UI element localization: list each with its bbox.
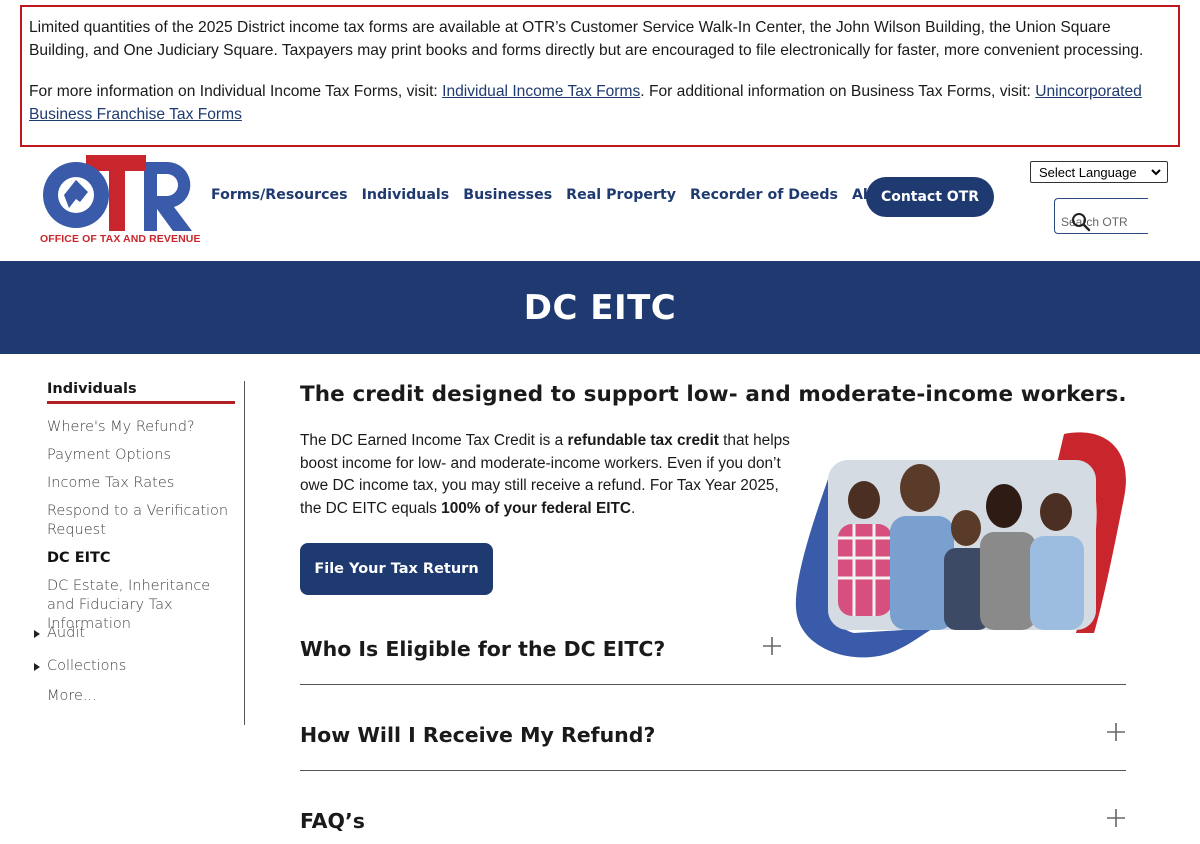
accordion-faqs-title[interactable]: FAQ’s	[300, 809, 365, 833]
nav-businesses[interactable]: Businesses	[463, 187, 552, 203]
sidebar-item-dc-eitc[interactable]: DC EITC	[47, 549, 235, 568]
main-nav: Forms/Resources Individuals Businesses R…	[211, 187, 951, 203]
accordion-eligibility-title[interactable]: Who Is Eligible for the DC EITC?	[300, 637, 665, 661]
notice-links-prefix: For more information on Individual Incom…	[29, 83, 443, 100]
sidebar-item-wheres-my-refund[interactable]: Where's My Refund?	[47, 418, 235, 437]
nav-real-property[interactable]: Real Property	[566, 187, 676, 203]
logo-caption: OFFICE OF TAX AND REVENUE	[40, 233, 201, 245]
sidebar-item-audit-label: Audit	[47, 625, 86, 641]
accordion-divider	[300, 770, 1126, 771]
family-photo	[795, 432, 1126, 658]
caret-right-icon	[34, 663, 40, 671]
language-select-value: Select Language	[1039, 164, 1137, 180]
caret-right-icon	[34, 630, 40, 638]
search-icon[interactable]	[1071, 212, 1091, 232]
sidebar-item-collections[interactable]: Collections	[34, 657, 235, 676]
page-hero: DC EITC	[0, 261, 1200, 354]
intro-paragraph: The DC Earned Income Tax Credit is a ref…	[300, 430, 790, 520]
contact-otr-button[interactable]: Contact OTR	[866, 177, 994, 217]
plus-icon[interactable]	[1106, 808, 1126, 828]
sidebar-item-more[interactable]: More...	[47, 687, 235, 706]
sidebar-heading[interactable]: Individuals	[47, 381, 235, 404]
notice-links-paragraph: For more information on Individual Incom…	[29, 80, 1171, 126]
sidebar-item-audit[interactable]: Audit	[34, 624, 235, 643]
accordion-divider	[300, 684, 1126, 685]
search-input[interactable]: Search OTR	[1054, 198, 1148, 234]
chevron-down-icon	[1151, 169, 1161, 176]
file-your-tax-return-button[interactable]: File Your Tax Return	[300, 543, 493, 595]
forms-availability-notice: Limited quantities of the 2025 District …	[20, 5, 1180, 147]
intro-text-3: .	[631, 499, 636, 517]
sidebar-item-verification-request[interactable]: Respond to a Verification Request	[47, 502, 235, 540]
intro-bold-1: refundable tax credit	[567, 432, 719, 449]
plus-icon[interactable]	[762, 636, 782, 656]
nav-forms-resources[interactable]: Forms/Resources	[211, 187, 348, 203]
nav-recorder-of-deeds[interactable]: Recorder of Deeds	[690, 187, 838, 203]
language-select[interactable]: Select Language	[1030, 161, 1168, 183]
section-heading: The credit designed to support low- and …	[300, 382, 1127, 407]
notice-text: Limited quantities of the 2025 District …	[29, 19, 1144, 59]
nav-individuals[interactable]: Individuals	[362, 187, 450, 203]
plus-icon[interactable]	[1106, 722, 1126, 742]
sidebar-item-payment-options[interactable]: Payment Options	[47, 446, 235, 465]
sidebar-item-income-tax-rates[interactable]: Income Tax Rates	[47, 474, 235, 493]
intro-bold-2: 100% of your federal EITC	[441, 499, 632, 517]
sidebar-nav: Individuals Where's My Refund? Payment O…	[34, 381, 245, 725]
notice-links-middle: . For additional information on Business…	[640, 83, 1036, 100]
sidebar-item-collections-label: Collections	[47, 658, 127, 674]
accordion-refund-title[interactable]: How Will I Receive My Refund?	[300, 723, 655, 747]
page-title: DC EITC	[523, 287, 677, 328]
intro-text-1: The DC Earned Income Tax Credit is a	[300, 432, 568, 449]
individual-income-tax-forms-link[interactable]: Individual Income Tax Forms	[442, 83, 640, 100]
